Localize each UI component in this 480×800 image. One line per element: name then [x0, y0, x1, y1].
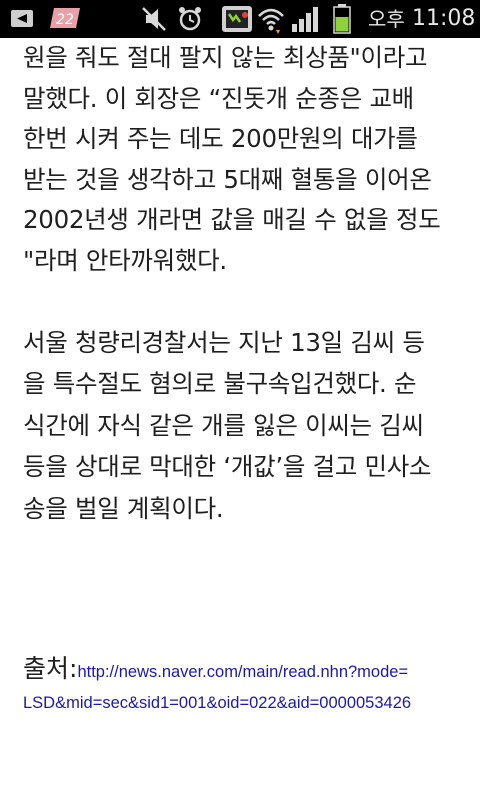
shopping-icon	[220, 0, 254, 38]
notification-badge-icon: 22	[46, 0, 84, 38]
clock: 11:08	[412, 6, 476, 31]
article-line: 원을 줘도 절대 팔지 않는 최상품"이라고	[23, 43, 428, 72]
article-line: 한번 시켜 주는 데도 200만원의 대가를	[23, 124, 418, 154]
time-period-label: 오후	[368, 7, 405, 31]
article-paragraph-1: 원을 줘도 절대 팔지 않는 최상품"이라고 말했다. 이 회장은 “진돗개 순…	[23, 38, 463, 282]
article-line: "라며 안타까워했다.	[23, 245, 227, 275]
battery-icon	[330, 0, 354, 38]
article-line: 서울 청량리경찰서는 지난 13일 김씨 등	[23, 327, 425, 357]
article-line: 말했다. 이 회장은 “진돗개 순종은 교배	[23, 83, 414, 113]
source-citation: 출처:http://news.naver.com/main/read.nhn?m…	[23, 652, 473, 716]
signal-icon	[290, 0, 322, 38]
source-link-continuation[interactable]: LSD&mid=sec&sid1=001&oid=022&aid=0000053…	[23, 690, 473, 716]
notification-count: 22	[56, 12, 74, 28]
article-line: 등을 상대로 막대한 ‘개값’을 걸고 민사소	[23, 452, 432, 482]
article-line: 송을 벌일 계획이다.	[23, 493, 224, 523]
article-line: 을 특수절도 혐의로 불구속입건했다. 순	[23, 369, 417, 399]
status-bar: 22 오후 11:08	[0, 0, 480, 38]
article-line: 2002년생 개라면 값을 매길 수 없을 정도	[23, 205, 441, 235]
alarm-icon	[176, 0, 204, 38]
wifi-icon	[256, 0, 286, 38]
usb-icon	[8, 0, 38, 38]
article-paragraph-2: 서울 청량리경찰서는 지난 13일 김씨 등 을 특수절도 혐의로 불구속입건했…	[23, 322, 463, 530]
article-line: 식간에 자식 같은 개를 잃은 이씨는 김씨	[23, 410, 424, 440]
article-line: 받는 것을 생각하고 5대째 혈통을 이어온	[23, 164, 432, 194]
source-label: 출처:	[23, 654, 78, 683]
article-body: 원을 줘도 절대 팔지 않는 최상품"이라고 말했다. 이 회장은 “진돗개 순…	[23, 38, 463, 529]
mute-icon	[140, 0, 168, 38]
source-link[interactable]: http://news.naver.com/main/read.nhn?mode…	[77, 663, 408, 681]
